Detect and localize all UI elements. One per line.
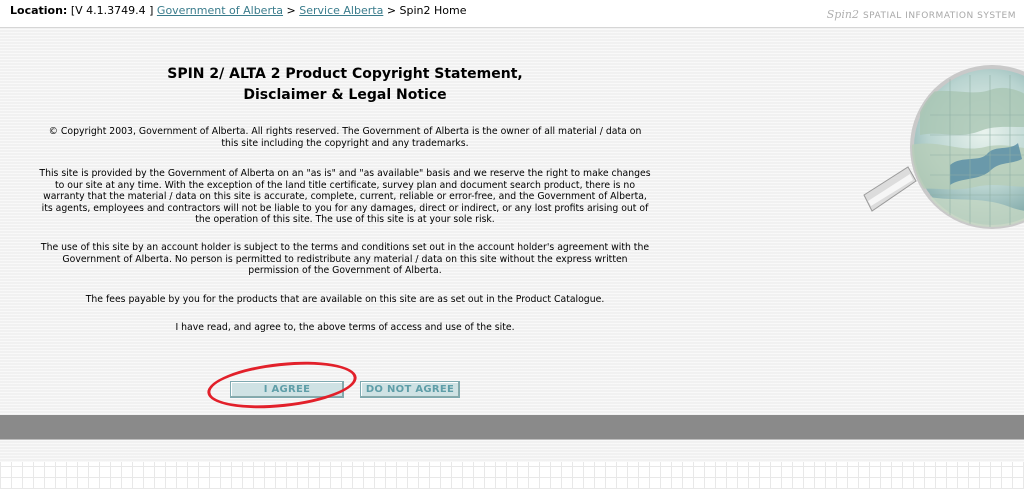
paragraph-line: Government of Alberta. No person is perm…: [62, 253, 628, 265]
paragraph-text: © Copyright 2003, Government of Alberta.…: [0, 126, 690, 149]
magnifier-handle: [863, 166, 917, 212]
footer-divider: [0, 439, 1024, 440]
highlight-circle-annotation: [205, 355, 359, 415]
paragraph-line: warranty that the material / data on thi…: [43, 191, 647, 202]
disclaimer-paragraph: This site is provided by the Government …: [0, 168, 690, 226]
page-title-line-2: Disclaimer & Legal Notice: [243, 87, 447, 103]
agreement-statement: I have read, and agree to, the above ter…: [0, 322, 690, 334]
page-background-grid: [0, 462, 1024, 489]
breadcrumb-link-service-alberta[interactable]: Service Alberta: [299, 4, 383, 17]
paragraph-line: I have read, and agree to, the above ter…: [175, 322, 515, 333]
fees-paragraph: The fees payable by you for the products…: [0, 294, 690, 306]
breadcrumb-separator: >: [386, 4, 397, 17]
paragraph-line: The fees payable by you for the products…: [85, 294, 605, 305]
version-label: [V 4.1.3749.4 ]: [70, 4, 154, 17]
do-not-agree-button[interactable]: DO NOT AGREE: [360, 381, 460, 398]
paragraph-line: the operation of this site. The use of t…: [195, 214, 495, 225]
paragraph-line: to our site at any time. With the except…: [54, 179, 636, 191]
breadcrumb: Location: [V 4.1.3749.4 ] Government of …: [10, 0, 467, 22]
footer-band: [0, 415, 1024, 439]
paragraph-line: The use of this site by an account holde…: [40, 242, 650, 253]
paragraph-text: The fees payable by you for the products…: [0, 294, 690, 306]
brand-logo: Spin2 SPATIAL INFORMATION SYSTEM: [827, 4, 1016, 27]
brand-tagline: SPATIAL INFORMATION SYSTEM: [862, 11, 1016, 21]
location-bar: Location: [V 4.1.3749.4 ] Government of …: [0, 0, 1024, 28]
paragraph-line: permission of the Government of Alberta.: [248, 265, 442, 276]
paragraph-line: This site is provided by the Government …: [39, 168, 651, 179]
paragraph-text: The use of this site by an account holde…: [0, 242, 690, 277]
account-holder-paragraph: The use of this site by an account holde…: [0, 242, 690, 277]
legal-notice-content: SPIN 2/ ALTA 2 Product Copyright Stateme…: [0, 58, 690, 106]
location-label: Location:: [10, 4, 68, 17]
paragraph-line: its agents, employees and contractors wi…: [41, 202, 649, 214]
brand-logo-text: Spin2: [826, 8, 859, 21]
breadcrumb-link-government-of-alberta[interactable]: Government of Alberta: [157, 4, 283, 17]
page-title-line-1: SPIN 2/ ALTA 2 Product Copyright Stateme…: [167, 66, 523, 82]
breadcrumb-current: Spin2 Home: [399, 4, 467, 17]
paragraph-line: © Copyright 2003, Government of Alberta.…: [48, 126, 642, 137]
magnifier-map-graphic: [863, 65, 1024, 229]
paragraph-text: I have read, and agree to, the above ter…: [0, 322, 690, 334]
paragraph-text: This site is provided by the Government …: [0, 168, 690, 226]
copyright-paragraph: © Copyright 2003, Government of Alberta.…: [0, 126, 690, 149]
paragraph-line: this site including the copyright and an…: [221, 137, 469, 149]
breadcrumb-separator: >: [286, 4, 296, 17]
page-title: SPIN 2/ ALTA 2 Product Copyright Stateme…: [0, 64, 690, 106]
